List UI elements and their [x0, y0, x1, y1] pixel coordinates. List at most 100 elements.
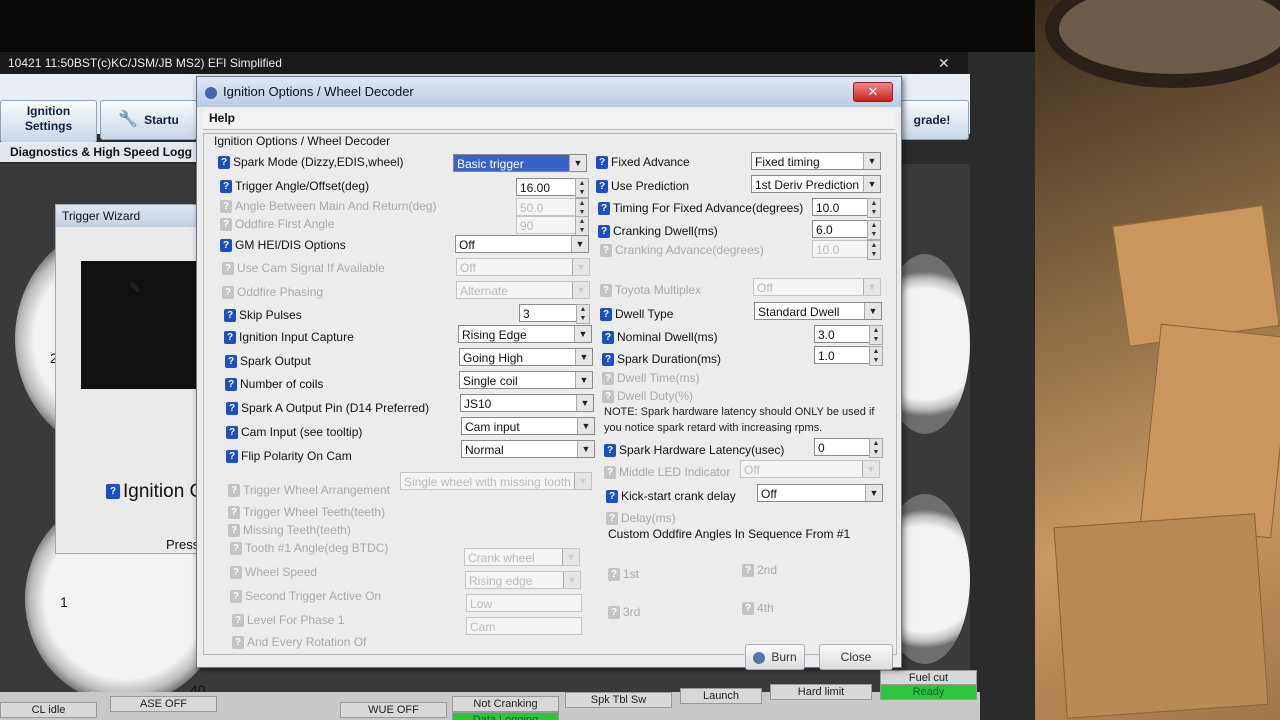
help-icon[interactable]: ?: [220, 180, 232, 194]
angle-between-row: ? Angle Between Main And Return(deg): [220, 196, 436, 216]
spinner-arrows-icon[interactable]: ▲ ▼: [576, 304, 590, 324]
chevron-down-icon: ▼: [575, 349, 592, 365]
spark-output-value: Going High: [463, 351, 524, 365]
close-button[interactable]: Close: [819, 644, 893, 670]
help-icon: ?: [220, 200, 232, 214]
help-icon[interactable]: ?: [226, 450, 238, 464]
help-icon[interactable]: ?: [596, 180, 608, 194]
nominal-dwell-input[interactable]: 3.0 ▲ ▼: [814, 325, 883, 345]
help-icon[interactable]: ?: [106, 484, 120, 500]
wrench-icon: 🔧: [118, 111, 139, 128]
burn-button[interactable]: Burn: [745, 644, 805, 670]
help-icon[interactable]: ?: [225, 355, 237, 369]
spark-duration-row: ? Spark Duration(ms): [602, 349, 721, 369]
help-icon: ?: [742, 602, 754, 616]
upgrade-button[interactable]: grade!: [895, 100, 969, 140]
cranking-dwell-label: Cranking Dwell(ms): [613, 224, 718, 238]
spinner-arrows-icon[interactable]: ▲ ▼: [869, 346, 883, 366]
background-cardboard: [1053, 513, 1269, 719]
help-icon[interactable]: ?: [600, 308, 612, 322]
dialog-title-bar: Ignition Options / Wheel Decoder: [197, 77, 901, 107]
help-icon[interactable]: ?: [598, 225, 610, 239]
spark-mode-value: Basic trigger: [457, 157, 524, 171]
fixed-advance-label: Fixed Advance: [611, 155, 690, 169]
help-icon: ?: [602, 372, 614, 386]
and-every-select: Cam: [466, 617, 582, 635]
flip-polarity-select[interactable]: Normal ▼: [461, 440, 595, 458]
cranking-dwell-input[interactable]: 6.0 ▲ ▼: [812, 220, 881, 240]
spinner-arrows-icon[interactable]: ▲ ▼: [869, 325, 883, 345]
skip-pulses-input[interactable]: 3 ▲ ▼: [519, 304, 590, 324]
help-icon[interactable]: ?: [225, 378, 237, 392]
help-icon[interactable]: ?: [224, 331, 236, 345]
startup-button[interactable]: 🔧 Startu: [100, 100, 197, 140]
chevron-down-icon: ▼: [572, 282, 589, 298]
spark-a-pin-select[interactable]: JS10 ▼: [460, 394, 594, 412]
dwell-type-select[interactable]: Standard Dwell ▼: [754, 302, 882, 320]
spark-duration-input[interactable]: 1.0 ▲ ▼: [814, 346, 883, 366]
spinner-arrows-icon[interactable]: ▲ ▼: [867, 198, 881, 218]
spark-mode-select[interactable]: Basic trigger ▼: [453, 154, 587, 172]
status-bar: CL idle ASE OFF WUE OFF Not Cranking Spk…: [0, 670, 980, 720]
use-prediction-select[interactable]: 1st Deriv Prediction ▼: [751, 175, 881, 193]
help-icon: ?: [222, 262, 234, 276]
help-icon[interactable]: ?: [224, 309, 236, 323]
help-icon[interactable]: ?: [602, 331, 614, 345]
help-icon: ?: [230, 542, 242, 556]
help-icon[interactable]: ?: [598, 202, 610, 216]
dwell-type-value: Standard Dwell: [758, 305, 840, 319]
trigger-wheel-arrangement-label: Trigger Wheel Arrangement: [243, 483, 390, 497]
fixed-advance-select[interactable]: Fixed timing ▼: [751, 152, 881, 170]
cam-input-select[interactable]: Cam input ▼: [461, 417, 595, 435]
burn-icon: [753, 651, 766, 664]
timing-fixed-input[interactable]: 10.0 ▲ ▼: [812, 198, 881, 218]
oddfire-first-row: ? Oddfire First Angle: [220, 214, 334, 234]
diagnostics-menu[interactable]: Diagnostics & High Speed Logg: [0, 142, 210, 162]
second-trigger-label: Second Trigger Active On: [245, 589, 382, 603]
latency-input[interactable]: 0 ▲ ▼: [814, 438, 883, 458]
help-icon: ?: [228, 484, 240, 498]
gm-hei-select[interactable]: Off ▼: [455, 235, 589, 253]
middle-led-select: Off ▼: [740, 460, 880, 478]
trigger-angle-input[interactable]: 16.00 ▲ ▼: [516, 178, 589, 198]
help-icon[interactable]: ?: [604, 444, 616, 458]
wheel-speed-row: ? Wheel Speed: [230, 562, 317, 582]
help-icon[interactable]: ?: [596, 156, 608, 170]
status-data-logging: Data Logging: [452, 712, 559, 720]
spark-output-select[interactable]: Going High ▼: [459, 348, 593, 366]
help-icon[interactable]: ?: [226, 426, 238, 440]
oddfire-1st: ? 1st: [608, 564, 639, 584]
app-close-icon[interactable]: ✕: [938, 52, 950, 74]
chevron-down-icon: ▼: [572, 259, 589, 275]
help-icon: ?: [230, 590, 242, 604]
and-every-label: And Every Rotation Of: [247, 635, 367, 649]
help-icon[interactable]: ?: [220, 239, 232, 253]
oddfire-first-input: 90 ▲ ▼: [516, 216, 589, 236]
help-icon[interactable]: ?: [226, 402, 238, 416]
dialog-close-icon[interactable]: ✕: [853, 82, 893, 102]
cranking-dwell-value: 6.0: [816, 223, 833, 237]
help-icon: ?: [220, 218, 232, 232]
middle-led-row: ? Middle LED Indicator: [604, 462, 730, 482]
trigger-angle-value: 16.00: [520, 181, 551, 195]
spinner-arrows-icon[interactable]: ▲ ▼: [869, 438, 883, 458]
spinner-arrows-icon[interactable]: ▲ ▼: [867, 220, 881, 240]
ignition-input-capture-select[interactable]: Rising Edge ▼: [458, 325, 592, 343]
menu-help[interactable]: Help: [209, 111, 235, 125]
latency-note: NOTE: Spark hardware latency should ONLY…: [604, 406, 875, 434]
flip-polarity-value: Normal: [465, 443, 504, 457]
ignition-settings-button[interactable]: Ignition Settings: [0, 100, 97, 143]
spinner-arrows-icon[interactable]: ▲ ▼: [575, 178, 589, 198]
latency-row: ? Spark Hardware Latency(usec): [604, 440, 784, 460]
help-icon[interactable]: ?: [606, 490, 618, 504]
number-of-coils-select[interactable]: Single coil ▼: [459, 371, 593, 389]
trigger-angle-row: ? Trigger Angle/Offset(deg): [220, 176, 369, 196]
skip-pulses-value: 3: [523, 307, 530, 321]
kick-start-select[interactable]: Off ▼: [757, 484, 883, 502]
gm-hei-row: ? GM HEI/DIS Options: [220, 235, 346, 255]
help-icon[interactable]: ?: [218, 156, 230, 170]
chevron-down-icon: ▼: [862, 461, 879, 477]
help-icon[interactable]: ?: [602, 353, 614, 367]
chevron-down-icon: ▼: [574, 326, 591, 342]
flip-polarity-label: Flip Polarity On Cam: [241, 449, 352, 463]
